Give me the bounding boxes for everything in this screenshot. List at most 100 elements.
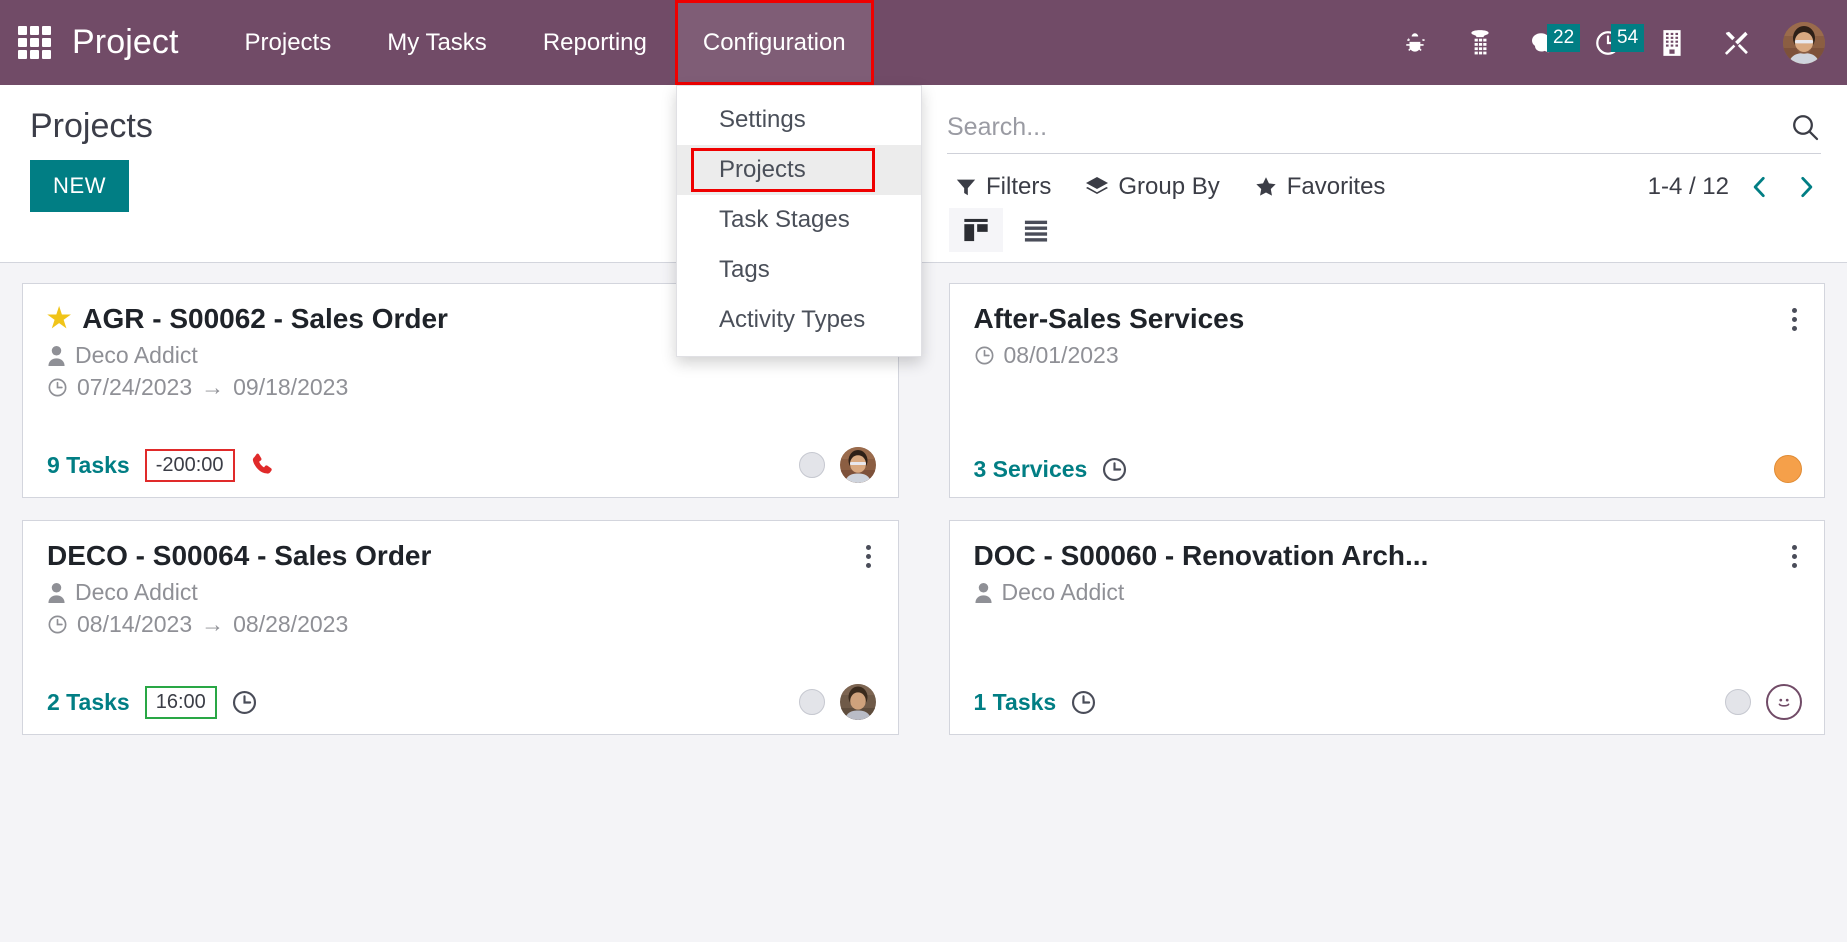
list-icon — [1024, 220, 1048, 242]
assignee-placeholder-smiley-icon[interactable] — [1766, 684, 1802, 720]
tools-icon[interactable] — [1719, 26, 1753, 60]
card-customer-name: Deco Addict — [1001, 579, 1125, 605]
status-dot[interactable] — [1774, 455, 1802, 483]
configuration-dropdown-menu: Settings Projects Task Stages Tags Activ… — [676, 85, 922, 357]
user-avatar[interactable] — [1783, 21, 1825, 64]
card-date-start: 08/01/2023 — [1003, 342, 1119, 368]
favorites-button[interactable]: Favorites — [1254, 173, 1386, 201]
card-footer-right — [798, 447, 876, 483]
star-icon — [1256, 177, 1276, 196]
status-dot[interactable] — [798, 689, 825, 715]
filter-funnel-icon — [956, 179, 976, 196]
card-time-badge[interactable]: 16:00 — [144, 685, 217, 719]
phone-icon[interactable] — [249, 451, 277, 479]
card-date-start: 08/14/2023 — [77, 611, 193, 637]
card-date-end: 08/28/2023 — [233, 611, 349, 637]
card-menu-icon[interactable] — [1787, 539, 1802, 574]
control-panel: Projects NEW Filters — [0, 85, 1847, 263]
kanban-card-after-sales-services[interactable]: After-Sales Services 08/01/2023 3 Servic… — [948, 283, 1825, 498]
apps-grid-icon[interactable] — [18, 25, 52, 60]
list-view-button[interactable] — [1009, 208, 1063, 252]
card-footer: 3 Services — [974, 455, 1802, 483]
pager-count[interactable]: 1-4 / 12 — [1648, 173, 1729, 201]
clock-icon — [975, 346, 993, 365]
kanban-view-button[interactable] — [949, 208, 1003, 252]
nav-item-configuration[interactable]: Configuration — [674, 0, 874, 85]
clock-icon[interactable] — [1070, 689, 1097, 716]
dropdown-item-settings[interactable]: Settings — [677, 95, 921, 145]
card-title: DOC - S00060 - Renovation Arch... — [974, 539, 1778, 572]
card-header: DECO - S00064 - Sales Order — [47, 539, 876, 574]
filter-toolbar: Filters Group By Favorites 1-4 / 12 — [947, 158, 1821, 202]
card-footer: 2 Tasks 16:00 — [47, 684, 876, 720]
card-footer-right — [1725, 684, 1802, 720]
kanban-board: ★ AGR - S00062 - Sales Order Deco Addict… — [0, 263, 1847, 942]
card-header: After-Sales Services — [974, 302, 1803, 337]
clock-icon — [48, 378, 67, 397]
filters-button[interactable]: Filters — [955, 173, 1051, 201]
assignee-avatar[interactable] — [839, 447, 876, 483]
card-title-text: After-Sales Services — [973, 303, 1245, 334]
date-arrow-icon: → — [201, 611, 225, 637]
card-dates: 07/24/2023 → 09/18/2023 — [47, 374, 876, 401]
person-icon — [48, 583, 65, 603]
view-switcher — [947, 208, 1821, 252]
group-by-layers-icon — [1086, 177, 1109, 194]
card-customer-name: Deco Addict — [75, 342, 198, 368]
card-tasks-link[interactable]: 9 Tasks — [47, 452, 130, 479]
search-bar[interactable] — [947, 111, 1821, 154]
person-icon — [974, 583, 992, 603]
card-title: After-Sales Services — [974, 302, 1778, 335]
group-by-button[interactable]: Group By — [1085, 173, 1220, 201]
card-menu-icon[interactable] — [1787, 302, 1802, 337]
nav-item-reporting[interactable]: Reporting — [515, 0, 675, 85]
card-title: DECO - S00064 - Sales Order — [47, 539, 851, 572]
card-menu-icon[interactable] — [861, 539, 876, 574]
card-footer-right — [798, 684, 876, 720]
control-panel-right: Filters Group By Favorites 1-4 / 12 — [920, 85, 1847, 262]
company-building-icon[interactable] — [1655, 26, 1689, 60]
star-icon[interactable]: ★ — [47, 305, 71, 332]
status-dot[interactable] — [798, 452, 825, 478]
bug-icon[interactable] — [1399, 26, 1433, 60]
new-button[interactable]: NEW — [30, 160, 130, 212]
activities-clock-icon[interactable]: 54 — [1591, 23, 1645, 60]
nav-item-my-tasks[interactable]: My Tasks — [359, 0, 515, 85]
nav-item-projects[interactable]: Projects — [217, 0, 360, 85]
card-footer: 1 Tasks — [974, 684, 1802, 720]
card-footer: 9 Tasks -200:00 — [47, 447, 876, 483]
card-customer: Deco Addict — [47, 579, 876, 606]
card-tasks-link[interactable]: 1 Tasks — [974, 689, 1057, 716]
assignee-avatar[interactable] — [839, 684, 876, 720]
person-icon — [48, 346, 65, 366]
search-input[interactable] — [947, 112, 1789, 142]
card-title-text: AGR - S00062 - Sales Order — [82, 303, 448, 334]
card-time-badge[interactable]: -200:00 — [144, 448, 235, 482]
favorites-label: Favorites — [1286, 173, 1386, 200]
messages-icon[interactable]: 22 — [1527, 23, 1581, 60]
card-tasks-link[interactable]: 2 Tasks — [47, 689, 130, 716]
search-icon[interactable] — [1789, 111, 1821, 143]
pager: 1-4 / 12 — [1648, 172, 1821, 202]
dropdown-item-task-stages[interactable]: Task Stages — [677, 195, 921, 245]
card-tasks-link[interactable]: 3 Services — [974, 456, 1088, 483]
kanban-card-deco[interactable]: DECO - S00064 - Sales Order Deco Addict … — [22, 520, 899, 735]
clock-icon[interactable] — [1101, 456, 1128, 483]
app-brand-project[interactable]: Project — [72, 23, 179, 62]
dialpad-icon[interactable] — [1463, 26, 1497, 60]
dropdown-item-projects[interactable]: Projects — [677, 145, 921, 195]
clock-icon[interactable] — [231, 689, 258, 716]
dropdown-item-activity-types[interactable]: Activity Types — [677, 295, 921, 345]
kanban-card-doc[interactable]: DOC - S00060 - Renovation Arch... Deco A… — [948, 520, 1825, 735]
card-customer-name: Deco Addict — [75, 579, 198, 605]
status-dot[interactable] — [1725, 689, 1751, 715]
activities-badge: 54 — [1611, 23, 1645, 52]
clock-icon — [48, 615, 67, 634]
card-header: DOC - S00060 - Renovation Arch... — [974, 539, 1803, 574]
kanban-icon — [964, 218, 988, 242]
pager-next-icon[interactable] — [1791, 172, 1821, 202]
pager-previous-icon[interactable] — [1745, 172, 1775, 202]
dropdown-item-tags[interactable]: Tags — [677, 245, 921, 295]
group-by-label: Group By — [1118, 173, 1220, 200]
card-dates: 08/01/2023 — [974, 342, 1803, 369]
